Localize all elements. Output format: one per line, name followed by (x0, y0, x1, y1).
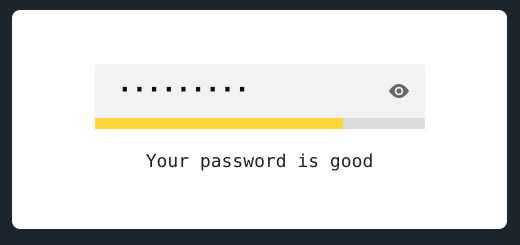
password-field[interactable]: ········· (95, 64, 425, 129)
eye-icon[interactable] (387, 81, 411, 101)
strength-meter (95, 118, 425, 129)
strength-message: Your password is good (145, 151, 374, 172)
password-card: ········· Your password is good (12, 10, 507, 229)
strength-meter-fill (95, 118, 343, 129)
password-input[interactable]: ········· (117, 74, 250, 106)
